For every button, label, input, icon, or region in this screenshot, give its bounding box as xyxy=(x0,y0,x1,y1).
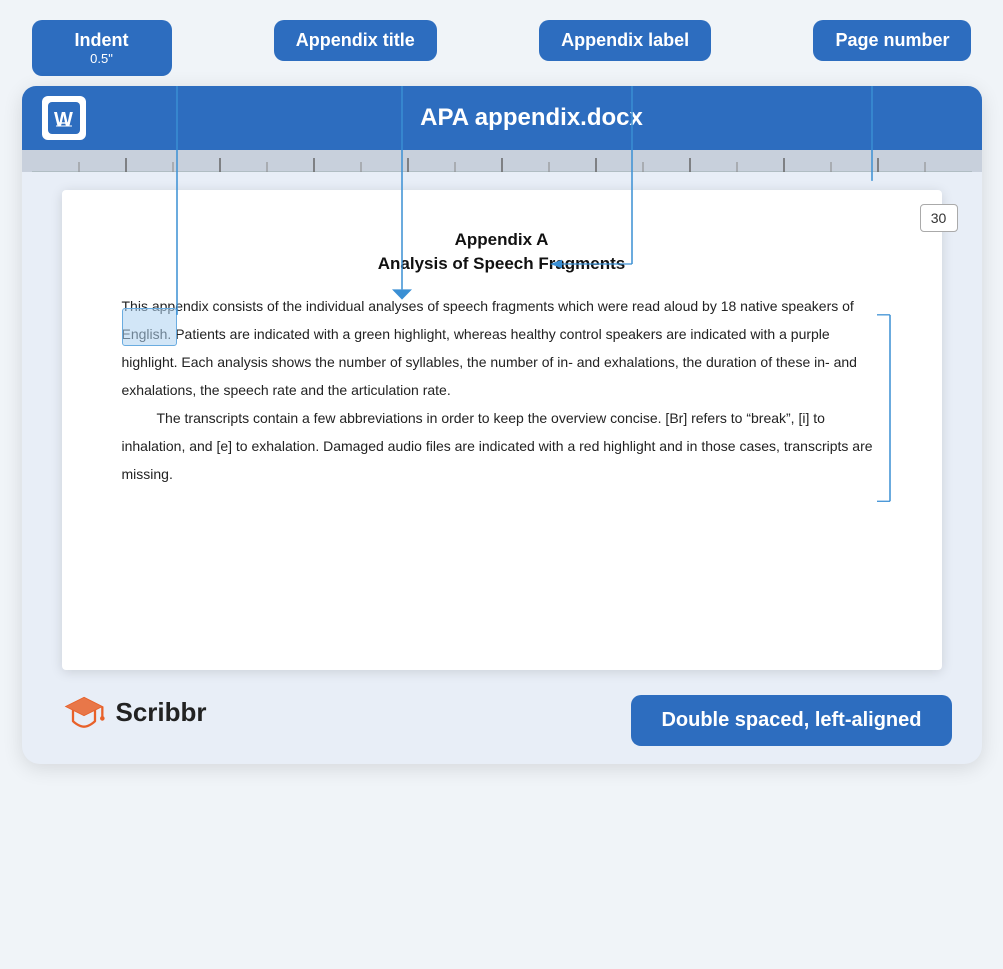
appendix-label-badge: Appendix label xyxy=(539,20,711,61)
indent-sub-label: 0.5" xyxy=(54,51,150,66)
indent-badge: Indent 0.5" xyxy=(32,20,172,76)
word-header: W APA appendix.docx xyxy=(22,86,982,150)
labels-row: Indent 0.5" Appendix title Appendix labe… xyxy=(22,20,982,76)
appendix-title-text: Analysis of Speech Fragments xyxy=(378,254,626,273)
ruler-marks xyxy=(32,150,972,172)
document-filename: APA appendix.docx xyxy=(102,104,962,132)
document-body: 30 Appendix A Analysis of Speech Fragmen… xyxy=(62,190,942,670)
appendix-title-line: Analysis of Speech Fragments xyxy=(122,254,882,274)
paragraph-2-text: The transcripts contain a few abbreviati… xyxy=(122,410,873,482)
appendix-label-text: Appendix A xyxy=(455,230,549,249)
ruler xyxy=(22,150,982,172)
page-number-badge: Page number xyxy=(813,20,971,61)
paragraph-1-text: This appendix consists of the individual… xyxy=(122,298,857,398)
appendix-title-label: Appendix title xyxy=(296,30,415,50)
document-card: W APA appendix.docx xyxy=(22,86,982,764)
appendix-label-line: Appendix A xyxy=(122,230,882,250)
svg-text:W: W xyxy=(54,109,73,131)
word-icon: W xyxy=(42,96,86,140)
scribbr-name: Scribbr xyxy=(116,697,207,728)
appendix-label-label: Appendix label xyxy=(561,30,689,50)
paragraph-2: The transcripts contain a few abbreviati… xyxy=(122,404,882,488)
page-number-value: 30 xyxy=(931,210,947,226)
indent-label: Indent xyxy=(75,30,129,50)
paragraph-1: This appendix consists of the individual… xyxy=(122,292,882,404)
body-text-area: This appendix consists of the individual… xyxy=(122,292,882,488)
scribbr-icon xyxy=(62,690,106,734)
indent-highlight-box xyxy=(122,308,177,346)
bottom-badge: Double spaced, left-aligned xyxy=(631,695,951,746)
appendix-title-badge: Appendix title xyxy=(274,20,437,61)
page-number-box: 30 xyxy=(920,204,958,232)
page-number-label: Page number xyxy=(835,30,949,50)
